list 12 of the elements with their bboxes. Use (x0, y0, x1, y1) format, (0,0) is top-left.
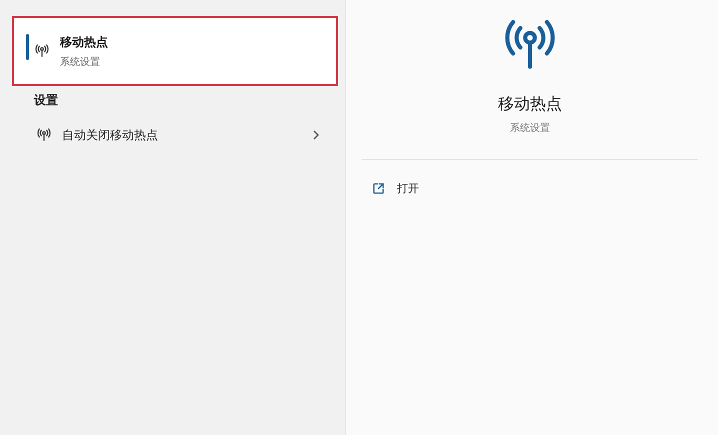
chevron-icon (312, 130, 320, 140)
section-heading: 设置 (34, 92, 58, 109)
open-action[interactable]: 打开 (397, 180, 419, 196)
preview-subtitle: 系统设置 (510, 122, 550, 135)
open-external-icon (372, 182, 385, 194)
best-match-result[interactable]: 移动热点 系统设置 (12, 16, 338, 86)
result-title: 移动热点 (60, 34, 108, 50)
settings-result[interactable]: 自动关闭移动热点 (62, 126, 302, 144)
result-subtitle: 系统设置 (60, 56, 101, 68)
antenna-icon (36, 127, 52, 143)
antenna-icon (34, 43, 50, 59)
preview-title: 移动热点 (498, 94, 562, 115)
